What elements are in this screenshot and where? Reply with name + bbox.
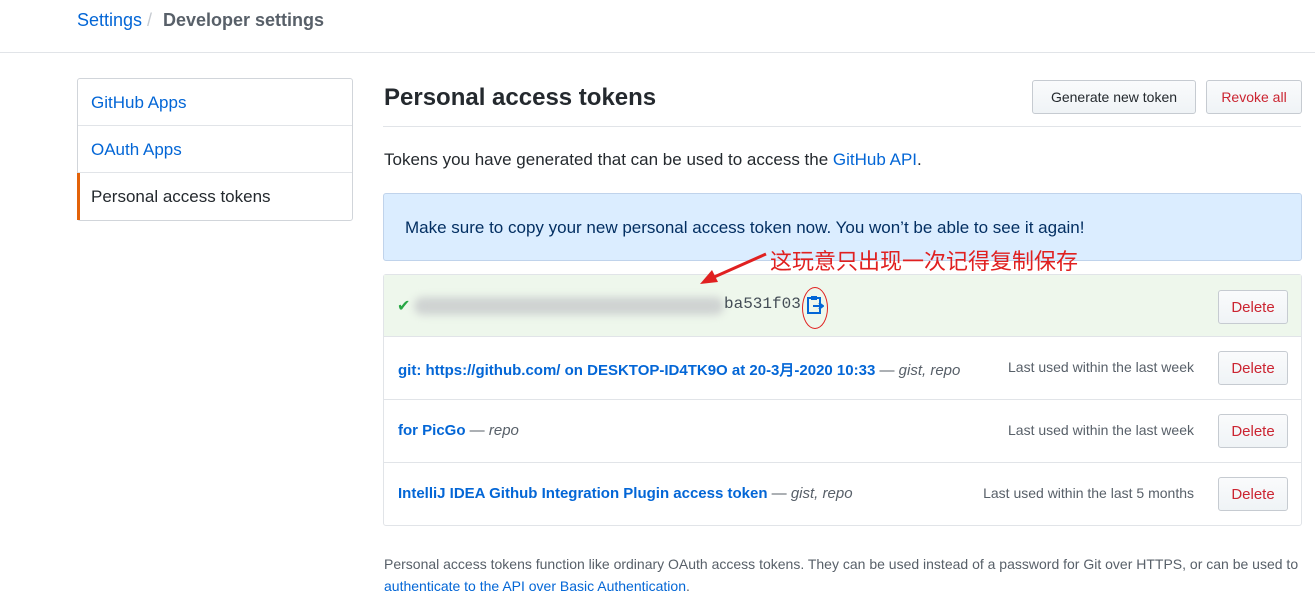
intro-text-end: . [917,150,922,169]
github-api-link[interactable]: GitHub API [833,150,917,169]
token-row: for PicGo — repo Last used within the la… [384,400,1301,463]
token-value-suffix[interactable]: ba531f03 [724,295,801,313]
basic-auth-link[interactable]: authenticate to the API over Basic Authe… [384,578,686,594]
header-bar: Settings / Developer settings [0,0,1315,53]
sidebar-item-personal-access-tokens[interactable]: Personal access tokens [77,173,352,220]
token-scopes: gist, repo [790,485,853,502]
footnote-end: . [685,578,690,594]
token-dash: — [465,422,489,439]
blurred-token-value [414,297,724,315]
token-dash: — [875,362,899,379]
title-divider [383,126,1301,127]
delete-token-button[interactable]: Delete [1218,414,1288,448]
token-row: IntelliJ IDEA Github Integration Plugin … [384,463,1301,525]
token-name-link[interactable]: IntelliJ IDEA Github Integration Plugin … [398,485,768,502]
token-scopes: gist, repo [898,362,961,379]
token-last-used: Last used within the last 5 months [983,485,1194,501]
token-last-used: Last used within the last week [1008,359,1194,375]
footnote-text: Personal access tokens function like ord… [384,553,1302,597]
token-dash: — [767,485,791,502]
intro-text: Tokens you have generated that can be us… [384,150,922,170]
sidebar-item-oauth-apps[interactable]: OAuth Apps [78,126,352,173]
footnote-lead: Personal access tokens function like ord… [384,556,1299,572]
sidebar-item-github-apps[interactable]: GitHub Apps [78,79,352,126]
revoke-all-button[interactable]: Revoke all [1206,80,1302,114]
token-last-used: Last used within the last week [1008,422,1194,438]
token-name-link[interactable]: git: https://github.com/ on DESKTOP-ID4T… [398,362,875,379]
annotation-arrow-icon [700,252,767,284]
breadcrumb-settings-link[interactable]: Settings [77,10,142,31]
intro-text-lead: Tokens you have generated that can be us… [384,150,833,169]
check-icon: ✔ [397,298,411,315]
token-name-link[interactable]: for PicGo [398,422,466,439]
delete-new-token-button[interactable]: Delete [1218,290,1288,324]
annotation-text: 这玩意只出现一次记得复制保存 [770,250,1079,275]
settings-sidebar: GitHub Apps OAuth Apps Personal access t… [77,78,353,221]
token-row-title: for PicGo — repo [398,422,519,439]
generate-new-token-button[interactable]: Generate new token [1032,80,1196,114]
breadcrumb-separator: / [147,10,153,30]
token-row-title: IntelliJ IDEA Github Integration Plugin … [398,485,853,502]
delete-token-button[interactable]: Delete [1218,477,1288,511]
token-row-title: git: https://github.com/ on DESKTOP-ID4T… [398,359,960,380]
delete-token-button[interactable]: Delete [1218,351,1288,385]
annotation-circle [802,287,828,329]
token-scopes: repo [488,422,519,439]
breadcrumb-current: Developer settings [163,10,325,30]
new-token-row: ✔ ba531f03 Delete [384,275,1301,337]
token-list: ✔ ba531f03 Delete git: https://github.co… [383,274,1302,526]
page-title: Personal access tokens [384,84,657,111]
token-row: git: https://github.com/ on DESKTOP-ID4T… [384,337,1301,400]
